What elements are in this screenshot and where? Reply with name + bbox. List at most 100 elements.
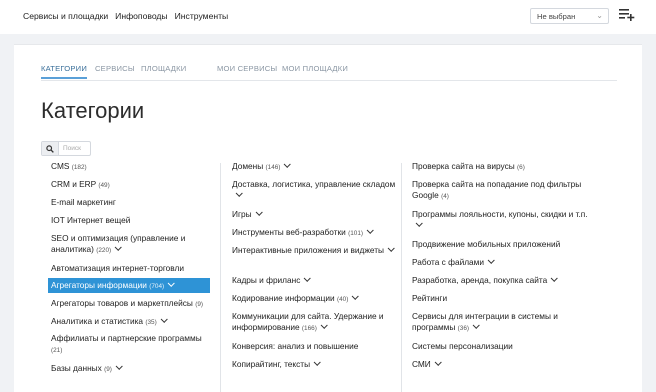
category-item[interactable]: Инструменты веб-разработки (101) — [232, 226, 398, 239]
chevron-down-icon[interactable] — [255, 208, 263, 216]
category-count: (36) — [457, 325, 470, 332]
category-count: (9) — [104, 366, 112, 373]
chevron-down-icon[interactable] — [415, 219, 423, 227]
chevron-down-icon[interactable] — [366, 226, 374, 234]
category-item[interactable]: Агрегаторы товаров и маркетплейсы (9) — [51, 298, 213, 310]
category-label: Аффилиаты и партнерские программы — [51, 333, 202, 343]
chevron-down-icon[interactable] — [115, 362, 123, 370]
tab-my-services[interactable]: МОИ СЕРВИСЫ — [217, 64, 277, 73]
category-item[interactable]: Кодирование информации (40) — [232, 292, 398, 305]
category-count: (40) — [336, 296, 349, 303]
category-item[interactable]: Автоматизация интернет-торговли — [51, 263, 213, 274]
chevron-down-icon[interactable] — [313, 358, 321, 366]
category-count: (220) — [96, 247, 112, 254]
category-label: Продвижение мобильных приложений — [412, 239, 561, 249]
chevron-down-icon[interactable] — [550, 274, 558, 282]
tab-platforms[interactable]: ПЛОЩАДКИ — [141, 64, 186, 73]
chevron-down-icon[interactable] — [320, 321, 328, 329]
category-item[interactable]: Проверка сайта на вирусы (6) — [412, 161, 588, 173]
category-item[interactable]: Сервисы для интеграции в системы и прогр… — [412, 311, 588, 334]
category-count: (21) — [51, 347, 63, 354]
category-item[interactable]: Программы лояльности, купоны, скидки и т… — [412, 209, 588, 231]
category-label: Проверка сайта на вирусы — [412, 161, 515, 171]
category-item[interactable]: Игры — [232, 208, 398, 220]
category-label: Домены — [232, 161, 264, 171]
category-count: (146) — [265, 164, 281, 171]
chevron-down-icon[interactable] — [387, 244, 395, 252]
project-select[interactable]: Не выбран ⌄ — [530, 8, 609, 24]
category-item[interactable]: Конверсия: анализ и повышение — [232, 341, 398, 352]
category-item[interactable]: IOT Интернет вещей — [51, 215, 213, 226]
category-label: Кадры и фриланс — [232, 275, 301, 285]
category-item[interactable]: Рейтинги — [412, 293, 588, 304]
category-count: (9) — [195, 301, 204, 308]
tab-my-platforms[interactable]: МОИ ПЛОЩАДКИ — [282, 64, 348, 73]
category-item[interactable]: Доставка, логистика, управление складом — [232, 179, 398, 201]
category-label: CRM и ERP — [51, 179, 97, 189]
topnav-link-tools[interactable]: Инструменты — [175, 11, 229, 21]
search-box — [41, 141, 91, 156]
chevron-down-icon[interactable] — [304, 274, 312, 282]
tab-categories[interactable]: КАТЕГОРИИ — [41, 64, 87, 79]
tab-services[interactable]: СЕРВИСЫ — [95, 64, 135, 73]
category-item[interactable]: Проверка сайта на попадание под фильтры … — [412, 179, 588, 202]
category-label: Инструменты веб-разработки — [232, 227, 346, 237]
search-button[interactable] — [42, 142, 59, 155]
search-input[interactable] — [59, 142, 90, 155]
playlist-add-icon[interactable] — [619, 8, 635, 22]
page-title: Категории — [41, 98, 145, 123]
category-label: Рейтинги — [412, 293, 448, 303]
category-item[interactable]: Кадры и фриланс — [232, 274, 398, 286]
category-item[interactable]: Аффилиаты и партнерские программы (21) — [51, 333, 213, 356]
category-item[interactable]: CRM и ERP (49) — [51, 179, 213, 191]
category-label: Работа с файлами — [412, 257, 485, 267]
chevron-down-icon[interactable] — [235, 189, 243, 197]
category-item[interactable]: Системы персонализации — [412, 341, 588, 352]
chevron-down-icon: ⌄ — [596, 11, 603, 20]
category-item[interactable]: СМИ — [412, 358, 588, 370]
chevron-down-icon[interactable] — [167, 279, 175, 287]
chevron-down-icon[interactable] — [284, 160, 292, 168]
category-label: Сервисы для интеграции в системы и прогр… — [412, 311, 558, 332]
category-label: Интерактивные приложения и виджеты — [232, 245, 384, 255]
topnav-link-infopovody[interactable]: Инфоповоды — [115, 11, 167, 21]
category-label: Конверсия: анализ и повышение — [232, 341, 359, 351]
project-select-value: Не выбран — [537, 12, 576, 21]
category-item[interactable]: Работа с файлами — [412, 256, 588, 268]
category-item[interactable]: E-mail маркетинг — [51, 197, 213, 208]
category-item[interactable]: Коммуникации для сайта. Удержание и инфо… — [232, 311, 398, 334]
category-count: (101) — [348, 230, 364, 237]
category-label: Доставка, логистика, управление складом — [232, 179, 396, 189]
chevron-down-icon[interactable] — [434, 358, 442, 366]
chevron-down-icon[interactable] — [487, 256, 495, 264]
category-item[interactable]: Продвижение мобильных приложений — [412, 239, 588, 250]
category-label: Проверка сайта на попадание под фильтры … — [412, 179, 582, 200]
topnav-link-services[interactable]: Сервисы и площадки — [23, 11, 108, 21]
top-nav: Сервисы и площадки Инфоповоды Инструмент… — [23, 11, 228, 21]
main-card: КАТЕГОРИИ СЕРВИСЫ ПЛОЩАДКИ МОИ СЕРВИСЫ М… — [14, 44, 642, 392]
category-item[interactable]: Базы данных (9) — [51, 362, 213, 375]
category-label: Игры — [232, 209, 252, 219]
chevron-down-icon[interactable] — [352, 292, 360, 300]
category-label: Агрегаторы информации — [51, 280, 147, 290]
category-item[interactable]: Копирайтинг, тексты — [232, 358, 398, 370]
category-item[interactable]: SEO и оптимизация (управление и аналитик… — [51, 233, 213, 256]
category-label: Разработка, аренда, покупка сайта — [412, 275, 548, 285]
category-label: Автоматизация интернет-торговли — [51, 263, 184, 273]
chevron-down-icon[interactable] — [114, 243, 122, 251]
chevron-down-icon[interactable] — [160, 315, 168, 323]
category-count: (6) — [517, 164, 525, 171]
category-item[interactable]: CMS (182) — [51, 161, 213, 173]
category-item[interactable]: Разработка, аренда, покупка сайта — [412, 274, 588, 286]
category-label: Программы лояльности, купоны, скидки и т… — [412, 209, 588, 219]
category-label: Системы персонализации — [412, 341, 513, 351]
category-item[interactable]: Домены (146) — [232, 160, 398, 173]
category-label: Агрегаторы товаров и маркетплейсы — [51, 298, 193, 308]
top-bar: Сервисы и площадки Инфоповоды Инструмент… — [0, 0, 656, 34]
category-item[interactable]: Агрегаторы информации (704) — [48, 278, 210, 293]
chevron-down-icon[interactable] — [472, 321, 480, 329]
category-item[interactable]: Интерактивные приложения и виджеты — [232, 244, 398, 256]
category-item[interactable]: Аналитика и статистика (35) — [51, 315, 213, 328]
search-icon — [46, 144, 54, 153]
tab-bar: КАТЕГОРИИ СЕРВИСЫ ПЛОЩАДКИ МОИ СЕРВИСЫ М… — [41, 62, 617, 81]
